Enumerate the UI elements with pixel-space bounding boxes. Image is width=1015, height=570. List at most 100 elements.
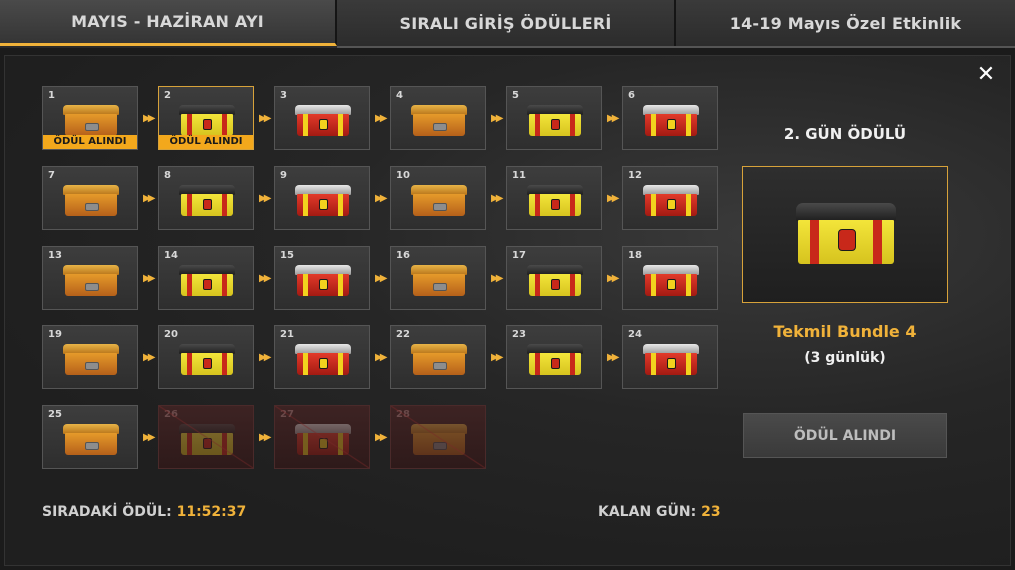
days-left-label: KALAN GÜN:: [598, 504, 697, 520]
chevron-right-icon: ▶▶: [143, 113, 155, 124]
reward-name: Tekmil Bundle 4: [773, 322, 917, 341]
day-number: 16: [396, 250, 410, 261]
chest-icon: [643, 185, 699, 217]
chest-icon: [527, 265, 583, 297]
chest-icon: [179, 344, 235, 376]
reward-day-cell[interactable]: 9: [274, 166, 370, 230]
reward-day-cell[interactable]: 10: [390, 166, 486, 230]
day-number: 8: [164, 170, 171, 181]
next-reward-timer: SIRADAKİ ÖDÜL: 11:52:37: [42, 504, 246, 520]
chest-icon: [295, 265, 351, 297]
chest-icon: [63, 424, 119, 456]
day-number: 22: [396, 329, 410, 340]
tab-divider: [337, 46, 1015, 48]
reward-day-cell[interactable]: 18: [622, 246, 718, 310]
chevron-right-icon: ▶▶: [491, 273, 503, 284]
reward-claimed-button[interactable]: ÖDÜL ALINDI: [743, 413, 947, 458]
chevron-right-icon: ▶▶: [259, 352, 271, 363]
day-number: 14: [164, 250, 178, 261]
chevron-right-icon: ▶▶: [491, 113, 503, 124]
reward-day-cell[interactable]: 25: [42, 405, 138, 469]
reward-day-cell[interactable]: 5: [506, 86, 602, 150]
chest-icon: [643, 344, 699, 376]
day-number: 5: [512, 90, 519, 101]
reward-day-cell[interactable]: 27: [274, 405, 370, 469]
reward-day-cell[interactable]: 13: [42, 246, 138, 310]
chevron-right-icon: ▶▶: [375, 113, 387, 124]
reward-day-cell[interactable]: 26: [158, 405, 254, 469]
day-number: 25: [48, 409, 62, 420]
chevron-right-icon: ▶▶: [491, 352, 503, 363]
claimed-badge: ÖDÜL ALINDI: [159, 135, 253, 149]
reward-day-cell[interactable]: 1 ÖDÜL ALINDI: [42, 86, 138, 150]
tab-special-event[interactable]: 14-19 Mayıs Özel Etkinlik: [676, 0, 1015, 46]
chest-icon: [411, 105, 467, 137]
chest-icon: [411, 424, 467, 456]
day-number: 7: [48, 170, 55, 181]
chest-icon: [295, 185, 351, 217]
chest-icon: [63, 105, 119, 137]
reward-day-cell[interactable]: 14: [158, 246, 254, 310]
chest-icon: [63, 344, 119, 376]
reward-day-cell[interactable]: 21: [274, 325, 370, 389]
day-number: 4: [396, 90, 403, 101]
tab-may-june[interactable]: MAYIS - HAZİRAN AYI: [0, 0, 337, 46]
reward-day-cell[interactable]: 17: [506, 246, 602, 310]
day-number: 9: [280, 170, 287, 181]
chevron-right-icon: ▶▶: [143, 193, 155, 204]
reward-day-cell[interactable]: 23: [506, 325, 602, 389]
reward-day-cell[interactable]: 7: [42, 166, 138, 230]
days-left-value: 23: [701, 504, 721, 520]
day-number: 1: [48, 90, 55, 101]
reward-day-cell[interactable]: 28: [390, 405, 486, 469]
chevron-right-icon: ▶▶: [607, 352, 619, 363]
chevron-right-icon: ▶▶: [375, 352, 387, 363]
day-number: 21: [280, 329, 294, 340]
reward-day-cell[interactable]: 8: [158, 166, 254, 230]
reward-day-cell[interactable]: 3: [274, 86, 370, 150]
chevron-right-icon: ▶▶: [607, 113, 619, 124]
reward-day-cell[interactable]: 15: [274, 246, 370, 310]
chevron-right-icon: ▶▶: [375, 193, 387, 204]
chevron-right-icon: ▶▶: [607, 273, 619, 284]
reward-day-cell[interactable]: 19: [42, 325, 138, 389]
close-icon[interactable]: ✕: [975, 64, 997, 86]
day-number: 10: [396, 170, 410, 181]
chevron-right-icon: ▶▶: [143, 273, 155, 284]
tab-sequential-login-rewards[interactable]: SIRALI GİRİŞ ÖDÜLLERİ: [337, 0, 676, 46]
chest-icon: [796, 203, 896, 265]
day-number: 18: [628, 250, 642, 261]
reward-day-cell[interactable]: 6: [622, 86, 718, 150]
chest-icon: [643, 105, 699, 137]
chevron-right-icon: ▶▶: [259, 113, 271, 124]
days-left: KALAN GÜN: 23: [598, 504, 721, 520]
reward-day-cell[interactable]: 22: [390, 325, 486, 389]
day-number: 20: [164, 329, 178, 340]
day-number: 19: [48, 329, 62, 340]
chevron-right-icon: ▶▶: [259, 193, 271, 204]
chest-icon: [295, 105, 351, 137]
reward-day-cell[interactable]: 4: [390, 86, 486, 150]
next-reward-value: 11:52:37: [176, 504, 247, 520]
day-number: 2: [164, 90, 171, 101]
chest-icon: [411, 344, 467, 376]
chevron-right-icon: ▶▶: [375, 432, 387, 443]
day-number: 13: [48, 250, 62, 261]
reward-day-cell[interactable]: 2 ÖDÜL ALINDI: [158, 86, 254, 150]
next-reward-label: SIRADAKİ ÖDÜL:: [42, 504, 172, 520]
day-number: 23: [512, 329, 526, 340]
claimed-badge: ÖDÜL ALINDI: [43, 135, 137, 149]
day-number: 26: [164, 409, 178, 420]
reward-day-cell[interactable]: 20: [158, 325, 254, 389]
reward-day-title: 2. GÜN ÖDÜLÜ: [783, 125, 907, 143]
reward-day-cell[interactable]: 16: [390, 246, 486, 310]
reward-day-cell[interactable]: 24: [622, 325, 718, 389]
day-number: 12: [628, 170, 642, 181]
chest-icon: [179, 185, 235, 217]
reward-day-cell[interactable]: 11: [506, 166, 602, 230]
chest-icon: [411, 185, 467, 217]
day-number: 24: [628, 329, 642, 340]
reward-day-cell[interactable]: 12: [622, 166, 718, 230]
day-number: 15: [280, 250, 294, 261]
chest-icon: [643, 265, 699, 297]
